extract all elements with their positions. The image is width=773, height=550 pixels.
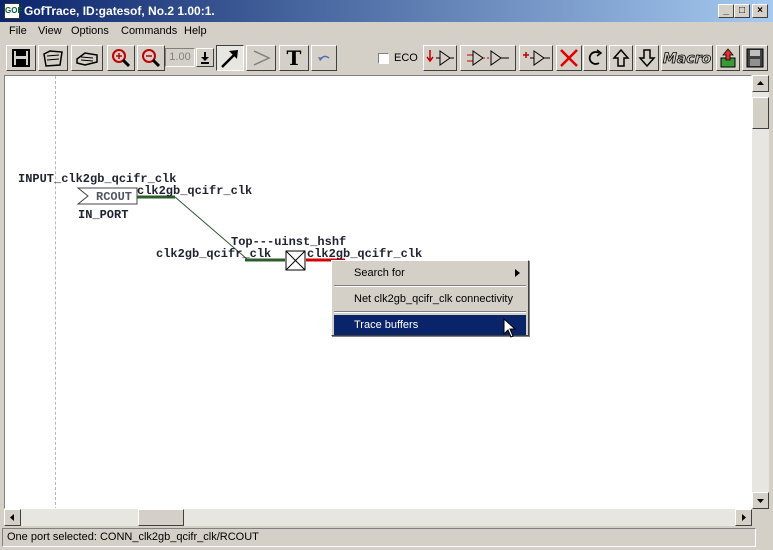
trace-in-button[interactable] <box>423 45 457 71</box>
save-button[interactable] <box>6 45 36 71</box>
minimize-button[interactable]: _ <box>718 4 734 18</box>
print-icon <box>76 52 98 66</box>
menu-options[interactable]: Options <box>71 25 109 37</box>
window-title: GofTrace, ID:gatesof, No.2 1.00:1. <box>24 4 215 18</box>
zoom-in-icon <box>112 49 131 68</box>
macro-button[interactable]: Macro <box>661 45 713 71</box>
select-tool-button[interactable] <box>216 45 244 71</box>
select-arrow-icon <box>221 50 238 68</box>
zoom-out-icon <box>142 49 161 68</box>
scroll-left-button[interactable] <box>4 509 21 526</box>
close-button[interactable]: × <box>752 4 768 18</box>
context-menu-item-label: Trace buffers <box>354 319 419 331</box>
zoom-dropdown-button[interactable] <box>196 48 214 67</box>
scroll-up-icon <box>757 81 764 85</box>
undo-button[interactable] <box>311 45 337 71</box>
trace-in-icon <box>426 50 454 66</box>
context-menu-trace-buffers[interactable]: Trace buffers <box>334 315 526 335</box>
scroll-right-button[interactable] <box>735 509 752 526</box>
trace-through-button[interactable] <box>460 45 516 71</box>
vertical-scrollbar[interactable] <box>752 75 769 509</box>
context-menu-item-label: Search for <box>354 267 405 279</box>
buffer-tool-button[interactable] <box>246 45 276 71</box>
print-button[interactable] <box>71 45 103 71</box>
move-down-button[interactable] <box>635 45 659 71</box>
context-menu-net-connectivity[interactable]: Net clk2gb_qcifr_clk connectivity <box>334 289 526 309</box>
svg-text:T: T <box>287 46 302 70</box>
net-label-left: clk2gb_qcifr_clk <box>156 247 272 261</box>
context-menu-separator <box>334 285 526 287</box>
save-icon <box>12 49 30 67</box>
context-menu: Search for Net clk2gb_qcifr_clk connecti… <box>331 260 529 336</box>
menu-commands[interactable]: Commands <box>121 25 177 37</box>
vertical-scroll-thumb[interactable] <box>752 97 769 129</box>
export-icon <box>720 48 736 68</box>
context-menu-search-for[interactable]: Search for <box>334 263 526 283</box>
menu-help[interactable]: Help <box>184 25 207 37</box>
scroll-left-icon <box>10 514 14 521</box>
context-menu-item-label: Net clk2gb_qcifr_clk connectivity <box>354 293 513 305</box>
context-menu-separator <box>334 311 526 313</box>
delete-button[interactable] <box>556 45 582 71</box>
buffer-icon <box>253 50 271 66</box>
zoom-dropdown-icon <box>201 52 209 64</box>
move-up-button[interactable] <box>609 45 633 71</box>
net-label-right: clk2gb_qcifr_clk <box>307 247 423 261</box>
trace-through-icon <box>467 50 509 66</box>
open-icon <box>43 50 63 67</box>
open-button[interactable] <box>38 45 68 71</box>
title-bar: GOF GofTrace, ID:gatesof, No.2 1.00:1. _… <box>0 0 773 22</box>
instance-symbol[interactable] <box>285 250 306 271</box>
scroll-down-button[interactable] <box>752 492 769 509</box>
text-tool-button[interactable]: T <box>279 45 309 71</box>
macro-icon: Macro <box>662 51 712 68</box>
menu-file[interactable]: File <box>9 25 27 37</box>
svg-text:Macro: Macro <box>663 51 712 67</box>
menu-bar: File View Options Commands Help <box>0 22 773 41</box>
scroll-right-icon <box>742 514 746 521</box>
mouse-cursor-icon <box>503 318 517 338</box>
eco-checkbox[interactable] <box>378 53 389 64</box>
save-disk-icon <box>746 48 764 68</box>
trace-out-icon <box>523 50 550 66</box>
app-logo-icon: GOF <box>4 3 22 19</box>
save-disk-button[interactable] <box>742 45 768 71</box>
refresh-icon <box>588 49 603 65</box>
down-arrow-icon <box>638 49 656 68</box>
zoom-out-button[interactable] <box>137 45 165 71</box>
trace-out-button[interactable] <box>519 45 553 71</box>
status-text: One port selected: CONN_clk2gb_qcifr_clk… <box>7 531 259 543</box>
submenu-arrow-icon <box>515 269 520 277</box>
undo-icon <box>318 55 330 61</box>
text-icon: T <box>287 46 302 70</box>
net-label-top: clk2gb_qcifr_clk <box>137 184 253 198</box>
scroll-up-button[interactable] <box>752 75 769 92</box>
up-arrow-icon <box>612 48 630 67</box>
delete-icon <box>560 49 578 67</box>
toolbar: 1.00 T ECO Macro <box>0 42 773 72</box>
horizontal-scroll-thumb[interactable] <box>138 509 184 526</box>
in-port-label: IN_PORT <box>78 208 129 222</box>
zoom-in-button[interactable] <box>107 45 135 71</box>
eco-label: ECO <box>394 52 418 64</box>
maximize-button[interactable]: □ <box>734 4 750 18</box>
export-button[interactable] <box>716 45 740 71</box>
port-pin-label: RCOUT <box>96 190 133 204</box>
refresh-button[interactable] <box>583 45 607 71</box>
scroll-down-icon <box>757 499 764 503</box>
status-bar: One port selected: CONN_clk2gb_qcifr_clk… <box>2 528 756 547</box>
horizontal-scrollbar[interactable] <box>4 509 752 526</box>
menu-view[interactable]: View <box>38 25 62 37</box>
zoom-level-field[interactable]: 1.00 <box>165 48 195 67</box>
